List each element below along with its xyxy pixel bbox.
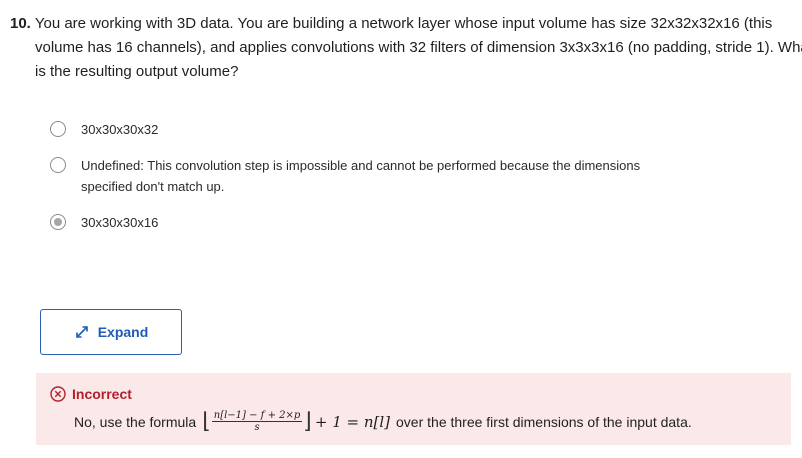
- feedback-status: Incorrect: [50, 386, 132, 402]
- incorrect-x-icon: [50, 386, 66, 402]
- radio-button[interactable]: [50, 121, 66, 137]
- option-3[interactable]: 30x30x30x16: [50, 212, 641, 233]
- question-number: 10.: [10, 15, 31, 32]
- formula-denominator: s: [254, 422, 260, 433]
- floor-left-bracket: ⌊: [202, 408, 211, 434]
- feedback-message: No, use the formula ⌊ n[l−1] − f + 2×p s…: [74, 410, 692, 433]
- option-2[interactable]: Undefined: This convolution step is impo…: [50, 155, 641, 197]
- expand-button[interactable]: Expand: [40, 309, 182, 355]
- formula-numerator: n[l−1] − f + 2×p: [211, 410, 303, 422]
- expand-arrows-icon: [74, 324, 90, 340]
- output-size-formula: ⌊ n[l−1] − f + 2×p s ⌋ + 1 = n[l]: [202, 410, 390, 433]
- floor-right-bracket: ⌋: [303, 408, 312, 434]
- option-label: 30x30x30x32: [81, 122, 159, 137]
- feedback-message-prefix: No, use the formula: [74, 413, 197, 430]
- expand-button-label: Expand: [97, 324, 149, 340]
- option-1[interactable]: 30x30x30x32: [50, 119, 641, 140]
- option-label: Undefined: This convolution step is impo…: [81, 158, 641, 194]
- feedback-panel: Incorrect No, use the formula ⌊ n[l−1] −…: [36, 373, 791, 445]
- feedback-message-suffix: over the three first dimensions of the i…: [396, 413, 692, 430]
- formula-rest: + 1 = n[l]: [314, 412, 391, 431]
- option-label: 30x30x30x16: [81, 215, 159, 230]
- radio-button[interactable]: [50, 157, 66, 173]
- question-text-block: 10. You are working with 3D data. You are…: [10, 12, 802, 84]
- radio-button-selected[interactable]: [50, 214, 66, 230]
- formula-fraction: n[l−1] − f + 2×p s: [211, 410, 303, 433]
- question-prompt: You are working with 3D data. You are bu…: [34, 15, 802, 80]
- feedback-status-label: Incorrect: [72, 386, 132, 402]
